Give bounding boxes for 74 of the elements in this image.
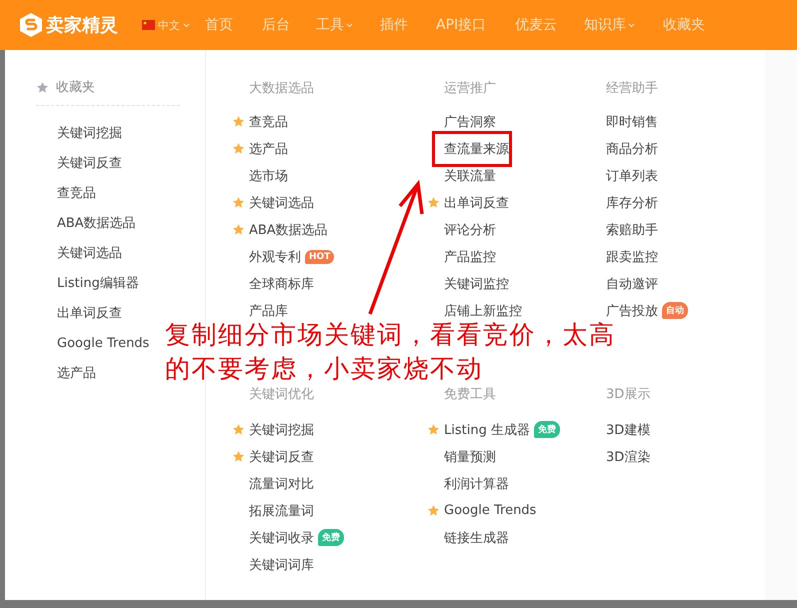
- menu-link[interactable]: 即时销售: [606, 112, 658, 130]
- star-icon: [36, 80, 49, 94]
- star-icon: [427, 423, 440, 436]
- menu-link[interactable]: 3D建模: [606, 420, 650, 438]
- menu-link[interactable]: 库存分析: [606, 194, 658, 212]
- favorite-link[interactable]: ABA数据选品: [57, 209, 136, 239]
- menu-link[interactable]: 选产品: [249, 140, 288, 158]
- favorite-link[interactable]: 关键词选品: [57, 239, 122, 269]
- menu-link[interactable]: 广告洞察: [444, 112, 496, 130]
- menu-link[interactable]: ABA数据选品: [249, 220, 328, 238]
- column-title: 经营助手: [606, 80, 659, 97]
- star-icon: [232, 196, 245, 209]
- menu-link[interactable]: Listing 生成器: [444, 420, 530, 438]
- tag: 免费: [318, 529, 344, 546]
- menu-link[interactable]: 商品分析: [606, 140, 658, 158]
- column-title: 关键词优化: [249, 386, 315, 403]
- favorites-title: 收藏夹: [56, 79, 95, 96]
- menu-link[interactable]: 销量预测: [444, 448, 496, 466]
- menu-link[interactable]: 链接生成器: [444, 528, 509, 546]
- star-icon: [232, 223, 245, 236]
- tag: 免费: [534, 421, 560, 438]
- menu-link[interactable]: 流量词对比: [249, 474, 314, 492]
- column-title: 免费工具: [444, 386, 497, 403]
- logo-text: 卖家精灵: [46, 14, 118, 37]
- star-icon: [232, 142, 245, 155]
- menu-link[interactable]: 关键词监控: [444, 274, 509, 292]
- menu-link[interactable]: 外观专利: [249, 248, 301, 266]
- favorite-link[interactable]: 选产品: [57, 359, 96, 389]
- star-icon: [232, 423, 245, 436]
- star-icon: [427, 196, 440, 209]
- menu-link[interactable]: 查竞品: [249, 112, 288, 130]
- star-icon: [232, 450, 245, 463]
- menu-link[interactable]: 关联流量: [444, 166, 496, 184]
- menu-link[interactable]: 自动邀评: [606, 274, 658, 292]
- menu-link[interactable]: 订单列表: [606, 166, 658, 184]
- menu-link[interactable]: 关键词收录: [249, 528, 314, 546]
- favorite-link[interactable]: 查竞品: [57, 179, 96, 209]
- menu-link[interactable]: 店铺上新监控: [444, 302, 522, 320]
- caret-icon: [346, 22, 353, 28]
- favorite-link[interactable]: 关键词反查: [57, 149, 122, 179]
- menu-link[interactable]: 关键词词库: [249, 556, 314, 574]
- favorite-link[interactable]: Google Trends: [57, 329, 150, 359]
- favorite-link[interactable]: Listing编辑器: [57, 269, 139, 299]
- favorite-link[interactable]: 出单词反查: [57, 299, 122, 329]
- favorite-link[interactable]: 关键词挖掘: [57, 119, 122, 149]
- flag-icon: [142, 20, 155, 30]
- menu-link[interactable]: 产品监控: [444, 248, 496, 266]
- star-icon: [232, 115, 245, 128]
- column-title: 3D展示: [606, 386, 652, 403]
- tag: 自动: [662, 302, 688, 319]
- menu-link[interactable]: 评论分析: [444, 220, 496, 238]
- column-title: 大数据选品: [249, 80, 315, 97]
- menu-link[interactable]: 选市场: [249, 166, 288, 184]
- column-title: 运营推广: [444, 80, 497, 97]
- menu-link[interactable]: 3D渲染: [606, 448, 650, 466]
- logo-icon: [20, 13, 42, 37]
- menu-link[interactable]: 出单词反查: [444, 194, 509, 212]
- menu-link[interactable]: 查流量来源: [444, 140, 509, 158]
- menu-link[interactable]: 关键词选品: [249, 194, 314, 212]
- menu-link[interactable]: 跟卖监控: [606, 248, 658, 266]
- menu-link[interactable]: 索赔助手: [606, 220, 658, 238]
- menu-link[interactable]: 关键词挖掘: [249, 420, 314, 438]
- tag: HOT: [305, 250, 334, 264]
- menu-link[interactable]: 全球商标库: [249, 274, 314, 292]
- menu-link[interactable]: 利润计算器: [444, 474, 509, 492]
- star-icon: [427, 504, 440, 517]
- annotation-text: 复制细分市场关键词，看看竞价，太高 的不要考虑，小卖家烧不动: [165, 319, 616, 385]
- menu-link[interactable]: 广告投放: [606, 302, 658, 320]
- menu-link[interactable]: 产品库: [249, 302, 288, 320]
- caret-icon: [628, 22, 635, 28]
- caret-icon: [183, 22, 190, 28]
- menu-link[interactable]: Google Trends: [444, 503, 536, 518]
- menu-link[interactable]: 拓展流量词: [249, 502, 314, 520]
- menu-link[interactable]: 关键词反查: [249, 448, 314, 466]
